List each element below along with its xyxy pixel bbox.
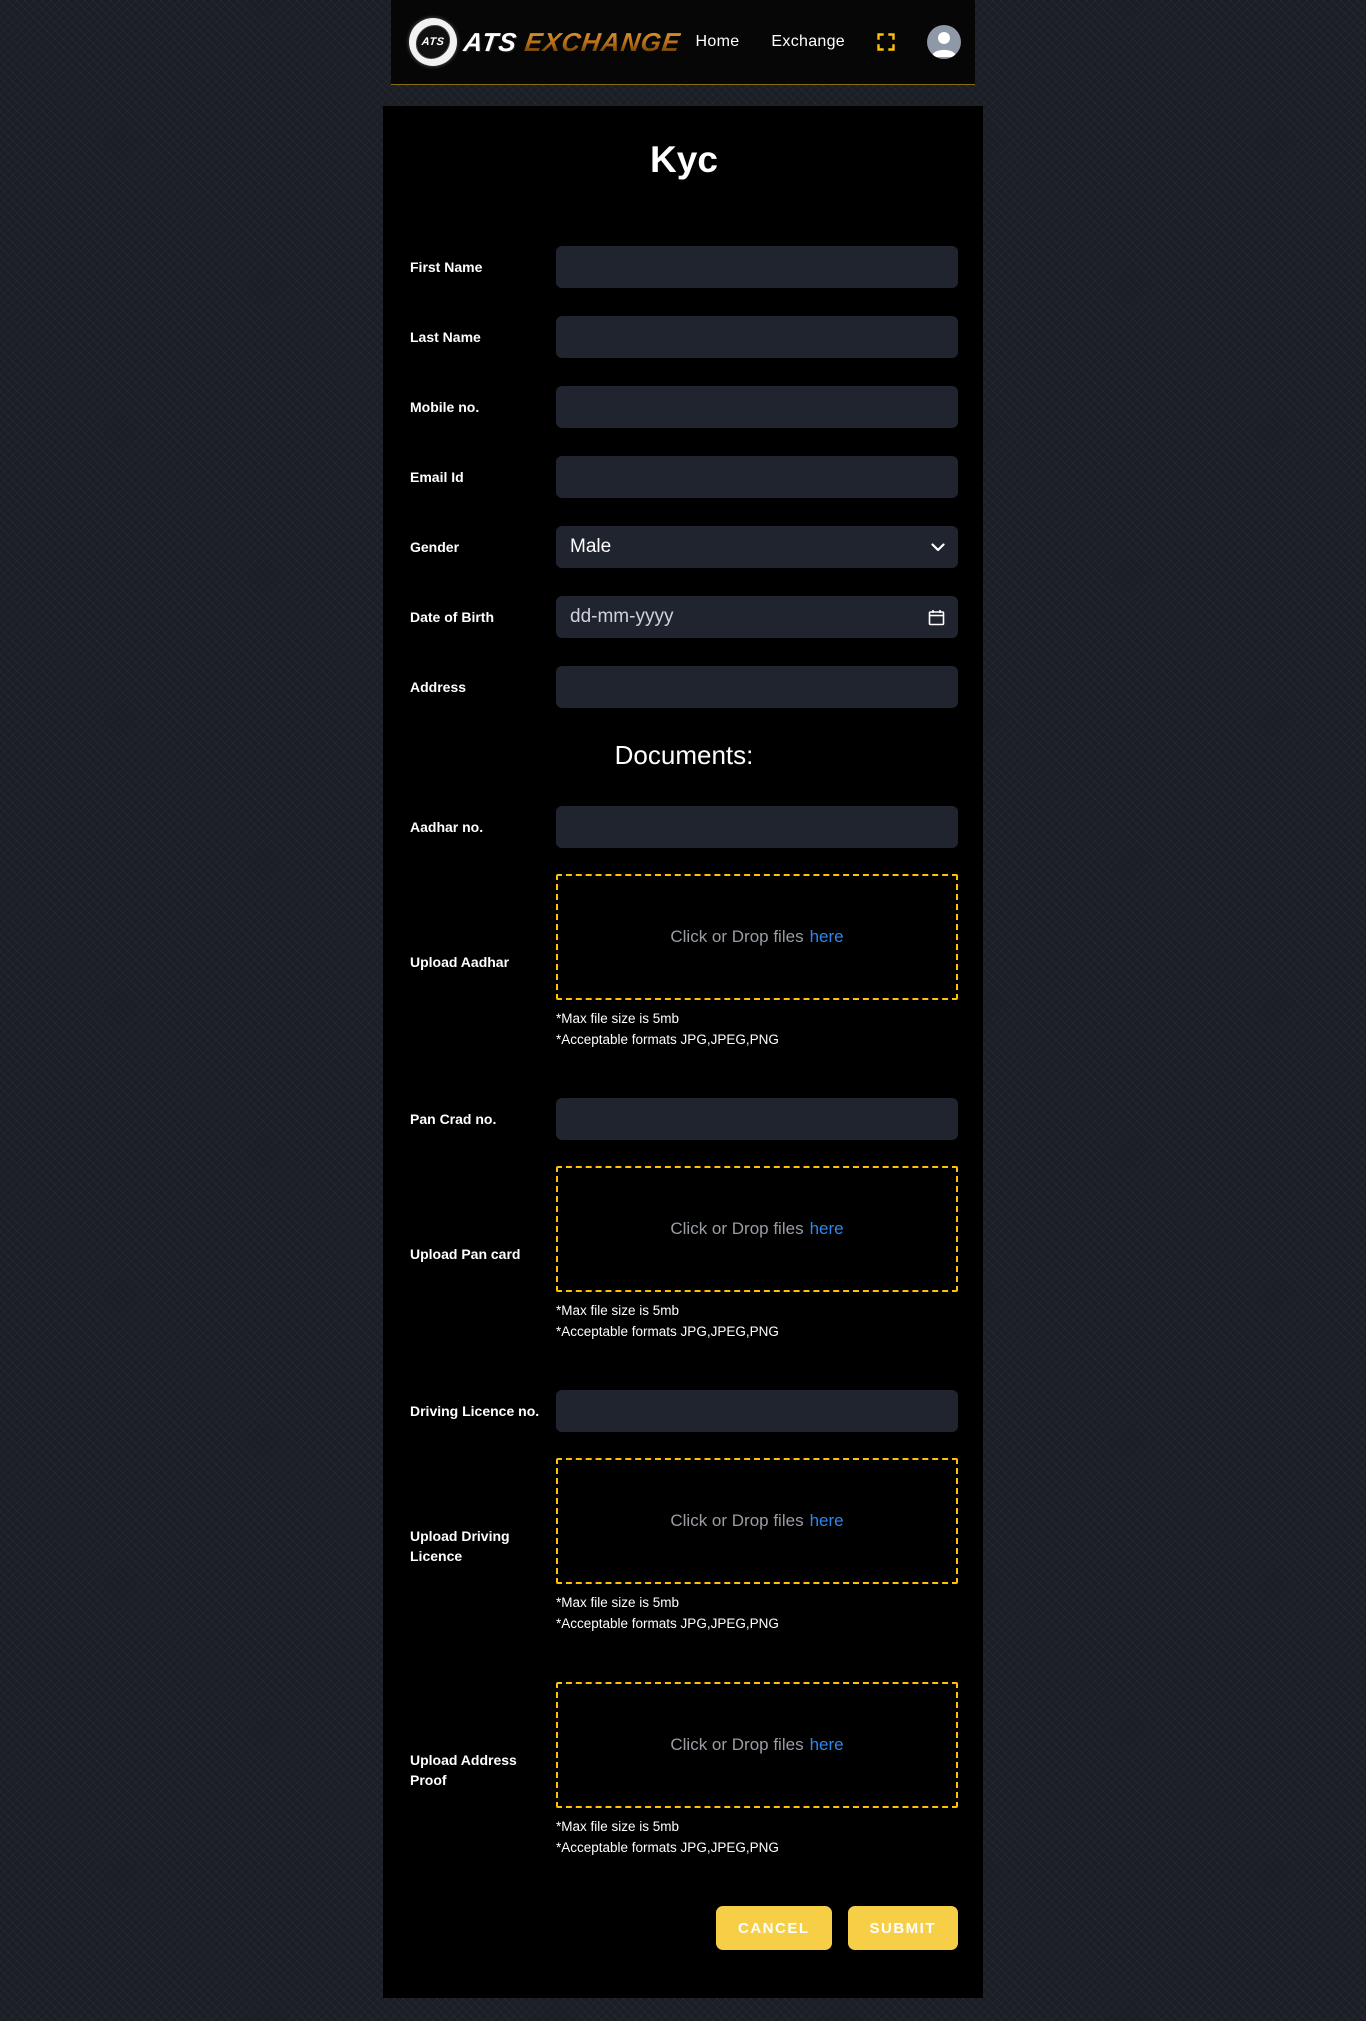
- calendar-icon[interactable]: [928, 609, 945, 626]
- mobile-input[interactable]: [556, 386, 958, 428]
- navbar: ATS ATS EXCHANGE Home Exchange: [391, 0, 975, 85]
- dropzone-prompt: Click or Drop files: [670, 1735, 803, 1755]
- upload-driving-wrap: Click or Drop files here *Max file size …: [556, 1458, 958, 1634]
- documents-heading: Documents:: [410, 736, 958, 774]
- upload-notes: *Max file size is 5mb *Acceptable format…: [556, 1816, 958, 1858]
- last-name-label: Last Name: [410, 327, 556, 347]
- brand[interactable]: ATS ATS EXCHANGE: [409, 18, 680, 66]
- nav-link-exchange[interactable]: Exchange: [771, 33, 845, 51]
- pan-no-label: Pan Crad no.: [410, 1109, 556, 1129]
- note-max-size: *Max file size is 5mb: [556, 1008, 958, 1029]
- note-max-size: *Max file size is 5mb: [556, 1816, 958, 1837]
- upload-driving-label: Upload Driving Licence: [410, 1526, 556, 1567]
- dropzone-here-link[interactable]: here: [810, 1735, 844, 1755]
- upload-pan-dropzone[interactable]: Click or Drop files here: [556, 1166, 958, 1292]
- form-row-aadhar-no: Aadhar no.: [410, 806, 958, 848]
- email-label: Email Id: [410, 467, 556, 487]
- brand-logo-icon: ATS: [409, 18, 457, 66]
- fullscreen-icon[interactable]: [877, 33, 895, 51]
- chevron-down-icon: [931, 543, 945, 552]
- form-row-mobile: Mobile no.: [410, 386, 958, 428]
- upload-driving-dropzone[interactable]: Click or Drop files here: [556, 1458, 958, 1584]
- upload-row-driving: Upload Driving Licence Click or Drop fil…: [410, 1458, 958, 1634]
- dropzone-here-link[interactable]: here: [810, 1511, 844, 1531]
- upload-aadhar-dropzone[interactable]: Click or Drop files here: [556, 874, 958, 1000]
- upload-aadhar-label: Upload Aadhar: [410, 952, 556, 972]
- brand-name-secondary: EXCHANGE: [523, 27, 683, 58]
- dob-input[interactable]: dd-mm-yyyy: [556, 596, 958, 638]
- upload-notes: *Max file size is 5mb *Acceptable format…: [556, 1592, 958, 1634]
- upload-address-proof-label: Upload Address Proof: [410, 1750, 556, 1791]
- form-row-gender: Gender Male: [410, 526, 958, 568]
- upload-notes: *Max file size is 5mb *Acceptable format…: [556, 1008, 958, 1050]
- brand-name-primary: ATS: [462, 27, 519, 58]
- mobile-label: Mobile no.: [410, 397, 556, 417]
- note-max-size: *Max file size is 5mb: [556, 1300, 958, 1321]
- note-formats: *Acceptable formats JPG,JPEG,PNG: [556, 1837, 958, 1858]
- note-formats: *Acceptable formats JPG,JPEG,PNG: [556, 1613, 958, 1634]
- note-formats: *Acceptable formats JPG,JPEG,PNG: [556, 1321, 958, 1342]
- address-input[interactable]: [556, 666, 958, 708]
- nav-link-home[interactable]: Home: [696, 33, 740, 51]
- upload-row-pan: Upload Pan card Click or Drop files here…: [410, 1166, 958, 1342]
- address-label: Address: [410, 677, 556, 697]
- brand-logo-text: ATS: [414, 25, 452, 59]
- page-title: Kyc: [410, 138, 958, 182]
- form-row-email: Email Id: [410, 456, 958, 498]
- gender-select[interactable]: Male: [556, 526, 958, 568]
- form-row-last-name: Last Name: [410, 316, 958, 358]
- upload-pan-wrap: Click or Drop files here *Max file size …: [556, 1166, 958, 1342]
- dropzone-here-link[interactable]: here: [810, 927, 844, 947]
- submit-button[interactable]: SUBMIT: [848, 1906, 959, 1950]
- gender-selected-value: Male: [570, 536, 611, 558]
- kyc-card: Kyc First Name Last Name Mobile no. Emai…: [383, 106, 983, 1998]
- first-name-label: First Name: [410, 257, 556, 277]
- brand-wordmark: ATS EXCHANGE: [464, 27, 680, 58]
- upload-row-address-proof: Upload Address Proof Click or Drop files…: [410, 1682, 958, 1858]
- aadhar-no-label: Aadhar no.: [410, 817, 556, 837]
- form-row-dob: Date of Birth dd-mm-yyyy: [410, 596, 958, 638]
- gender-label: Gender: [410, 537, 556, 557]
- form-row-first-name: First Name: [410, 246, 958, 288]
- aadhar-number-input[interactable]: [556, 806, 958, 848]
- pan-number-input[interactable]: [556, 1098, 958, 1140]
- upload-aadhar-wrap: Click or Drop files here *Max file size …: [556, 874, 958, 1050]
- navbar-right: Home Exchange: [696, 25, 961, 59]
- driving-no-label: Driving Licence no.: [410, 1401, 556, 1421]
- note-formats: *Acceptable formats JPG,JPEG,PNG: [556, 1029, 958, 1050]
- last-name-input[interactable]: [556, 316, 958, 358]
- upload-notes: *Max file size is 5mb *Acceptable format…: [556, 1300, 958, 1342]
- dob-label: Date of Birth: [410, 607, 556, 627]
- form-row-pan-no: Pan Crad no.: [410, 1098, 958, 1140]
- form-row-driving-no: Driving Licence no.: [410, 1390, 958, 1432]
- driving-licence-number-input[interactable]: [556, 1390, 958, 1432]
- upload-address-proof-dropzone[interactable]: Click or Drop files here: [556, 1682, 958, 1808]
- dropzone-prompt: Click or Drop files: [670, 1511, 803, 1531]
- email-input[interactable]: [556, 456, 958, 498]
- dropzone-prompt: Click or Drop files: [670, 1219, 803, 1239]
- note-max-size: *Max file size is 5mb: [556, 1592, 958, 1613]
- upload-row-aadhar: Upload Aadhar Click or Drop files here *…: [410, 874, 958, 1050]
- user-avatar-icon[interactable]: [927, 25, 961, 59]
- form-actions: CANCEL SUBMIT: [410, 1906, 958, 1950]
- dob-placeholder: dd-mm-yyyy: [570, 606, 673, 628]
- cancel-button[interactable]: CANCEL: [716, 1906, 832, 1950]
- dropzone-here-link[interactable]: here: [810, 1219, 844, 1239]
- upload-pan-label: Upload Pan card: [410, 1244, 556, 1264]
- dropzone-prompt: Click or Drop files: [670, 927, 803, 947]
- form-row-address: Address: [410, 666, 958, 708]
- upload-address-proof-wrap: Click or Drop files here *Max file size …: [556, 1682, 958, 1858]
- first-name-input[interactable]: [556, 246, 958, 288]
